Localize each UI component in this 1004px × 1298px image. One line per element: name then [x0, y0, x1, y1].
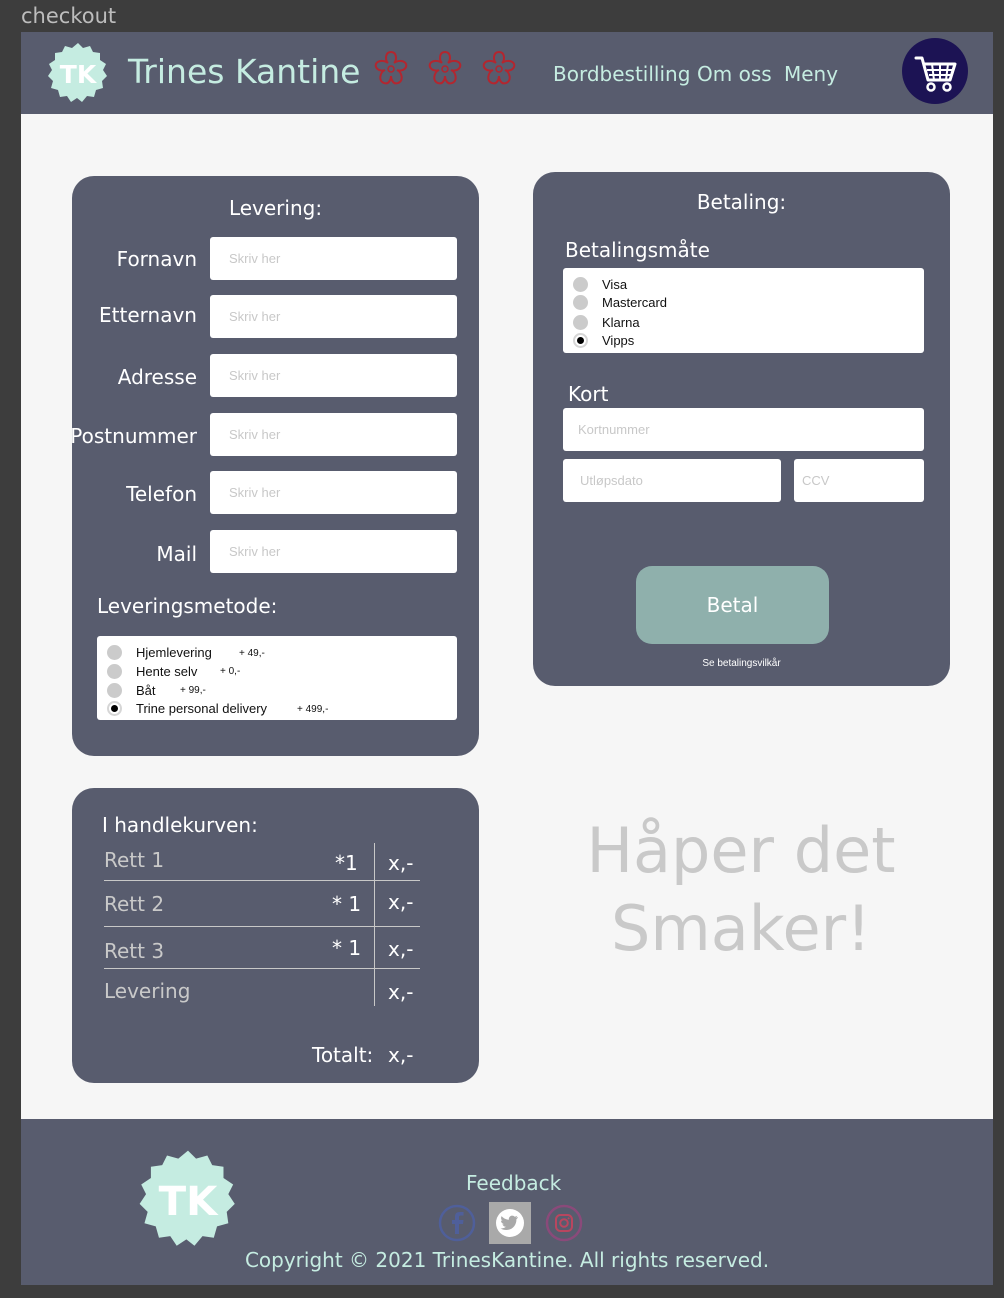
cart-item-name: Rett 3: [104, 939, 165, 963]
cart-item-price: x,-: [388, 851, 414, 875]
option-price: + 0,-: [220, 666, 241, 677]
slogan-line-1: Håper det: [586, 814, 896, 887]
delivery-option-bat[interactable]: Båt: [107, 681, 156, 700]
cart-total-value: x,-: [388, 1043, 414, 1067]
option-label: Hente selv: [136, 664, 198, 679]
nav-om-oss[interactable]: Om oss: [697, 62, 772, 86]
payment-option-klarna[interactable]: Klarna: [573, 313, 640, 332]
nav-meny[interactable]: Meny: [784, 62, 838, 86]
payment-method-list: Visa Mastercard Klarna Vipps: [563, 268, 924, 353]
option-label: Båt: [136, 683, 156, 698]
instagram-icon[interactable]: [543, 1202, 585, 1244]
cart-button[interactable]: [902, 38, 968, 104]
postnummer-label: Postnummer: [70, 424, 197, 448]
option-label: Visa: [602, 277, 628, 292]
cart-item-price: x,-: [388, 890, 414, 914]
cart-delivery-price: x,-: [388, 980, 414, 1004]
delivery-title: Levering:: [228, 196, 323, 220]
site-footer: TK Feedback Copyright © 2021 TrinesKanti…: [21, 1119, 993, 1285]
etternavn-input[interactable]: [210, 295, 457, 338]
payment-option-visa[interactable]: Visa: [573, 275, 627, 294]
cart-item-name: Rett 2: [104, 892, 165, 916]
payment-option-vipps[interactable]: Vipps: [573, 331, 634, 350]
radio-icon[interactable]: [107, 664, 122, 679]
adresse-input[interactable]: [210, 354, 457, 397]
delivery-option-hente-selv[interactable]: Hente selv: [107, 662, 197, 681]
cart-title: I handlekurven:: [102, 813, 258, 837]
option-price: + 49,-: [239, 648, 265, 659]
twitter-icon[interactable]: [489, 1202, 531, 1244]
cart-item-qty: * 1: [332, 892, 362, 916]
radio-selected-icon[interactable]: [107, 701, 122, 716]
nav-bordbestilling[interactable]: Bordbestilling: [553, 62, 690, 86]
radio-selected-icon[interactable]: [573, 333, 588, 348]
brand-name[interactable]: Trines Kantine: [128, 52, 360, 91]
footer-logo-icon[interactable]: TK: [138, 1149, 238, 1249]
cart-total-label: Totalt:: [312, 1043, 374, 1067]
logo-text: TK: [60, 60, 98, 89]
option-label: Vipps: [602, 333, 635, 348]
facebook-icon[interactable]: [436, 1202, 478, 1244]
cart-item-qty: * 1: [332, 936, 362, 960]
radio-icon[interactable]: [107, 645, 122, 660]
fornavn-label: Fornavn: [116, 247, 197, 271]
telefon-input[interactable]: [210, 471, 457, 514]
column-divider: [374, 843, 375, 1006]
slogan: Håper det Smaker!: [581, 812, 901, 968]
cart-summary-card: I handlekurven: Rett 1 *1 x,- Rett 2 * 1…: [72, 788, 479, 1083]
payment-title: Betaling:: [696, 190, 787, 214]
checkout-page: TK Trines Kantine Bordbestilling Om oss …: [21, 32, 993, 1285]
mail-input[interactable]: [210, 530, 457, 573]
radio-icon[interactable]: [573, 277, 588, 292]
option-label: Mastercard: [602, 295, 668, 310]
slogan-line-2: Smaker!: [611, 892, 871, 965]
option-label: Klarna: [602, 315, 640, 330]
row-divider: [104, 926, 420, 927]
card-number-input[interactable]: [563, 408, 924, 451]
delivery-option-trine-personal[interactable]: Trine personal delivery: [107, 699, 267, 718]
footer-logo-text: TK: [159, 1178, 219, 1225]
row-divider: [104, 968, 420, 969]
ccv-input[interactable]: [794, 459, 924, 502]
payment-card: Betaling: Betalingsmåte Visa Mastercard …: [533, 172, 950, 686]
delivery-method-list: Hjemlevering + 49,- Hente selv + 0,- Båt…: [97, 636, 457, 720]
adresse-label: Adresse: [117, 365, 197, 389]
row-divider: [104, 880, 420, 881]
fornavn-input[interactable]: [210, 237, 457, 280]
option-price: + 499,-: [297, 704, 329, 715]
cart-delivery-label: Levering: [104, 979, 191, 1003]
frame-label: checkout: [21, 4, 117, 28]
delivery-option-hjemlevering[interactable]: Hjemlevering: [107, 643, 212, 662]
etternavn-label: Etternavn: [99, 303, 197, 327]
michelin-star-icon: [482, 50, 516, 85]
michelin-star-icon: [428, 50, 462, 85]
feedback-link[interactable]: Feedback: [466, 1171, 561, 1195]
option-price: + 99,-: [180, 685, 206, 696]
cart-item-price: x,-: [388, 937, 414, 961]
card-section-title: Kort: [568, 382, 609, 406]
payment-option-mastercard[interactable]: Mastercard: [573, 293, 667, 312]
cart-item-qty: *1: [335, 851, 358, 875]
delivery-card: Levering: Fornavn Etternavn Adresse Post…: [70, 176, 479, 756]
michelin-star-icon: [374, 50, 408, 85]
site-header: TK Trines Kantine Bordbestilling Om oss …: [21, 32, 993, 114]
radio-icon[interactable]: [107, 683, 122, 698]
radio-icon[interactable]: [573, 315, 588, 330]
rating-stars: [366, 48, 524, 96]
payment-terms-link[interactable]: Se betalingsvilkår: [533, 658, 950, 669]
radio-icon[interactable]: [573, 295, 588, 310]
payment-method-title: Betalingsmåte: [565, 238, 710, 262]
option-label: Hjemlevering: [136, 645, 212, 660]
expiry-input[interactable]: [563, 459, 781, 502]
shopping-cart-icon: [914, 56, 957, 92]
telefon-label: Telefon: [126, 482, 197, 506]
postnummer-input[interactable]: [210, 413, 457, 456]
pay-button[interactable]: Betal: [636, 566, 829, 644]
option-label: Trine personal delivery: [136, 701, 268, 716]
logo-icon[interactable]: TK: [47, 42, 109, 104]
copyright-text: Copyright © 2021 TrinesKantine. All righ…: [244, 1248, 770, 1272]
mail-label: Mail: [156, 542, 197, 566]
cart-item-name: Rett 1: [104, 848, 165, 872]
delivery-method-title: Leveringsmetode:: [97, 594, 278, 618]
